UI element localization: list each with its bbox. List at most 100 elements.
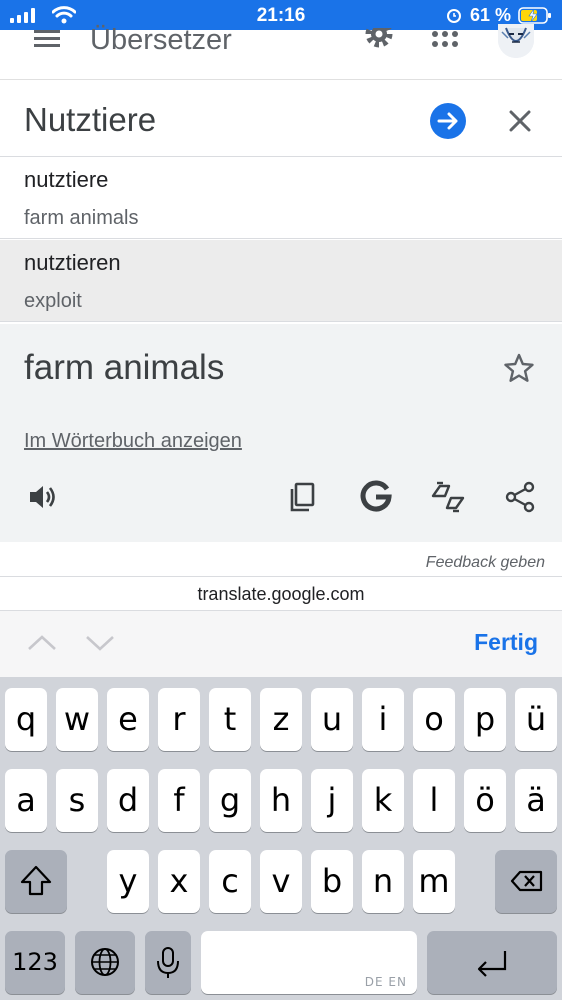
key-o[interactable]: o: [413, 688, 455, 751]
key-label: y: [118, 862, 138, 900]
suggestion-item[interactable]: nutztieren exploit: [0, 240, 562, 322]
app-title: Übersetzer: [90, 24, 232, 56]
key-k[interactable]: k: [362, 769, 404, 832]
key-e[interactable]: e: [107, 688, 149, 751]
key-label: x: [169, 862, 189, 900]
google-icon[interactable]: [359, 480, 393, 514]
key-s[interactable]: s: [56, 769, 98, 832]
avatar[interactable]: [498, 24, 534, 58]
key-p[interactable]: p: [464, 688, 506, 751]
backspace-key[interactable]: [495, 850, 557, 913]
key-label: l: [429, 781, 439, 819]
key-d[interactable]: d: [107, 769, 149, 832]
key-label: f: [173, 781, 185, 819]
star-icon[interactable]: [503, 352, 535, 384]
key-a-umlaut[interactable]: ä: [515, 769, 557, 832]
suggestion-translation: farm animals: [24, 207, 139, 229]
close-icon[interactable]: [506, 107, 534, 135]
key-label: i: [378, 700, 388, 738]
key-q[interactable]: q: [5, 688, 47, 751]
alarm-icon: [447, 9, 461, 23]
key-label: a: [16, 781, 36, 819]
key-label: ü: [525, 700, 547, 738]
key-label: 123: [12, 948, 58, 976]
space-key[interactable]: DE EN: [201, 931, 417, 994]
key-label: w: [63, 700, 91, 738]
backspace-icon: [510, 870, 543, 892]
key-label: e: [118, 700, 138, 738]
suggestion-translation: exploit: [24, 290, 82, 312]
key-label: ä: [526, 781, 546, 819]
key-label: r: [172, 700, 186, 738]
key-g[interactable]: g: [209, 769, 251, 832]
key-label: v: [271, 862, 291, 900]
arrow-right-icon: [437, 112, 458, 130]
keyboard-accessory-bar: Fertig: [0, 611, 562, 677]
battery-charging-icon: [518, 7, 551, 24]
battery-percent: 61 %: [470, 5, 512, 25]
key-l[interactable]: l: [413, 769, 455, 832]
suggestion-item[interactable]: nutztiere farm animals: [0, 157, 562, 239]
key-c[interactable]: c: [209, 850, 251, 913]
dictation-key[interactable]: [145, 931, 191, 994]
translate-screen: 21:16 61 % Übersetzer Nutztiere nutztier…: [0, 0, 562, 1000]
key-n[interactable]: n: [362, 850, 404, 913]
key-y[interactable]: y: [107, 850, 149, 913]
return-key[interactable]: [427, 931, 557, 994]
share-icon[interactable]: [503, 480, 537, 514]
go-button[interactable]: [430, 103, 466, 139]
key-label: s: [68, 781, 86, 819]
key-x[interactable]: x: [158, 850, 200, 913]
key-label: z: [272, 700, 290, 738]
speaker-icon[interactable]: [26, 480, 60, 514]
feedback-link[interactable]: Feedback geben: [426, 554, 545, 572]
search-input[interactable]: [24, 99, 404, 141]
key-u[interactable]: u: [311, 688, 353, 751]
key-z[interactable]: z: [260, 688, 302, 751]
globe-icon: [91, 948, 119, 976]
key-label: u: [321, 700, 343, 738]
key-label: b: [321, 862, 343, 900]
translation-result: farm animals: [24, 348, 225, 387]
key-label: h: [270, 781, 292, 819]
chevron-up-icon[interactable]: [26, 631, 58, 655]
return-icon: [477, 951, 507, 977]
key-h[interactable]: h: [260, 769, 302, 832]
key-m[interactable]: m: [413, 850, 455, 913]
numbers-key[interactable]: 123: [5, 931, 65, 994]
microphone-icon: [157, 947, 179, 978]
key-w[interactable]: w: [56, 688, 98, 751]
key-f[interactable]: f: [158, 769, 200, 832]
swap-icon[interactable]: [431, 480, 465, 514]
key-o-umlaut[interactable]: ö: [464, 769, 506, 832]
done-button[interactable]: Fertig: [474, 629, 538, 656]
suggestion-term: nutztiere: [24, 167, 109, 192]
key-j[interactable]: j: [311, 769, 353, 832]
gear-icon[interactable]: [362, 28, 396, 54]
keyboard: q w e r t z u i o p ü a s d f g h j k l …: [0, 677, 562, 1000]
globe-key[interactable]: [75, 931, 135, 994]
apps-grid-icon[interactable]: [431, 30, 459, 52]
url-bar[interactable]: translate.google.com: [0, 576, 562, 611]
menu-icon[interactable]: [32, 30, 62, 50]
key-r[interactable]: r: [158, 688, 200, 751]
copy-icon[interactable]: [286, 480, 320, 514]
key-label: t: [223, 700, 237, 738]
key-b[interactable]: b: [311, 850, 353, 913]
shift-icon: [20, 865, 52, 896]
key-v[interactable]: v: [260, 850, 302, 913]
key-label: q: [15, 700, 37, 738]
key-a[interactable]: a: [5, 769, 47, 832]
key-label: o: [424, 700, 444, 738]
status-bar: 21:16 61 %: [0, 0, 562, 30]
chevron-down-icon[interactable]: [84, 631, 116, 655]
language-hint: DE EN: [364, 975, 407, 989]
dictionary-link[interactable]: Im Wörterbuch anzeigen: [24, 430, 242, 453]
key-i[interactable]: i: [362, 688, 404, 751]
key-label: p: [474, 700, 496, 738]
key-u-umlaut[interactable]: ü: [515, 688, 557, 751]
key-t[interactable]: t: [209, 688, 251, 751]
shift-key[interactable]: [5, 850, 67, 913]
key-label: d: [117, 781, 139, 819]
key-label: n: [372, 862, 394, 900]
